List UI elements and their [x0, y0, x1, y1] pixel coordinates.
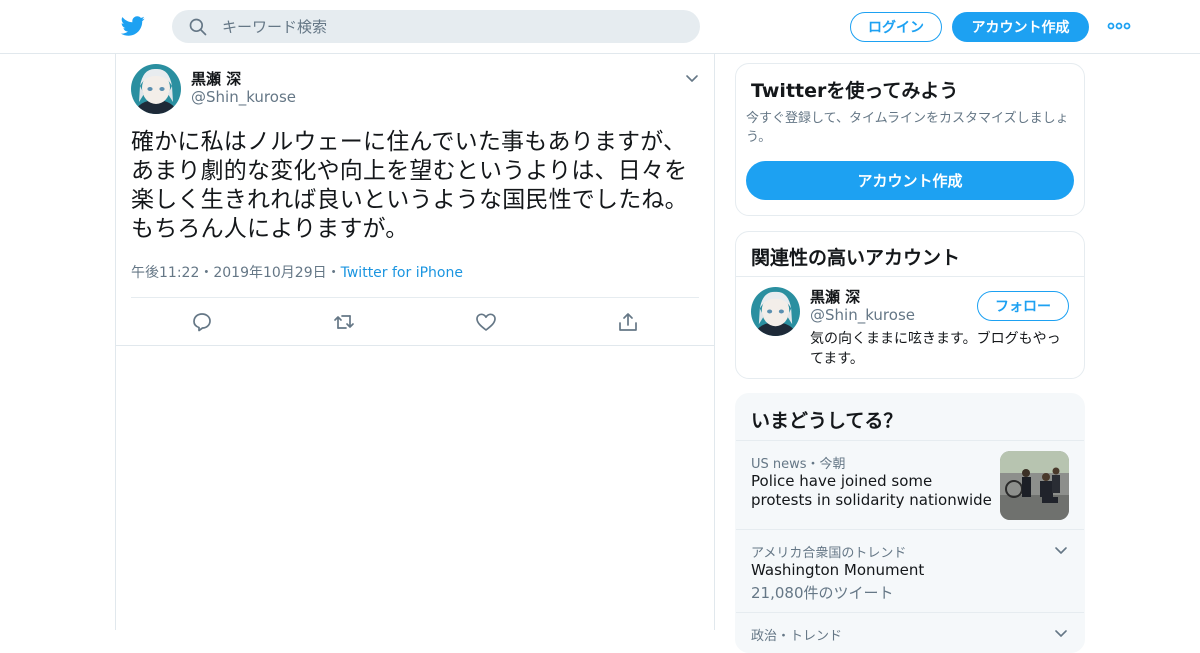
retweet-icon[interactable] [332, 310, 356, 334]
tweet-text: 確かに私はノルウェーに住んでいた事もありますが、あまり劇的な変化や向上を望むとい… [131, 129, 688, 242]
trend-tweet-count: 21,080件のツイート [751, 584, 894, 602]
signup-card-button[interactable]: アカウント作成 [746, 161, 1074, 200]
signup-card-title: Twitterを使ってみよう [751, 80, 959, 102]
tweet-column: 黒瀬 深 @Shin_kurose 確かに私はノルウェーに住んでいた事もあります… [115, 54, 715, 630]
signup-card-description: 今すぐ登録して、タイムラインをカスタマイズしましょう。 [746, 111, 1069, 145]
trend-context: アメリカ合衆国のトレンド [751, 546, 907, 561]
top-navigation-bar: ログイン アカウント作成 [0, 0, 1200, 54]
divider [736, 276, 1084, 277]
search-input[interactable] [222, 10, 682, 43]
reply-icon[interactable] [190, 310, 214, 334]
news-photo-image [1000, 451, 1069, 520]
login-button[interactable]: ログイン [850, 12, 942, 42]
signup-button[interactable]: アカウント作成 [952, 12, 1089, 42]
follow-button[interactable]: フォロー [977, 291, 1069, 321]
tweet-time[interactable]: 午後11:22 [131, 265, 199, 281]
signup-card: Twitterを使ってみよう 今すぐ登録して、タイムラインをカスタマイズしましょ… [735, 63, 1085, 216]
tweet-metadata: 午後11:22・2019年10月29日・Twitter for iPhone [131, 262, 463, 282]
twitter-bird-icon[interactable] [120, 14, 146, 38]
trend-context: US news・今朝 [751, 457, 846, 472]
tweet-action-bar [116, 298, 714, 346]
share-icon[interactable] [616, 310, 640, 334]
more-dots-icon[interactable] [1107, 20, 1131, 32]
trend-headline: Washington Monument [751, 561, 925, 579]
related-accounts-title: 関連性の高いアカウント [751, 247, 961, 269]
search-box[interactable] [172, 10, 700, 43]
tweet-author-handle[interactable]: @Shin_kurose [191, 88, 296, 106]
avatar[interactable] [131, 64, 181, 114]
trends-card: いまどうしてる？ US news・今朝 Police have joined s… [735, 393, 1085, 653]
meta-separator: ・ [326, 265, 341, 281]
chevron-down-icon[interactable] [1053, 542, 1069, 558]
related-user-name[interactable]: 黒瀬 深 [810, 286, 860, 307]
avatar[interactable] [751, 287, 800, 336]
search-icon [189, 18, 207, 36]
related-user-handle[interactable]: @Shin_kurose [810, 306, 915, 324]
trend-item[interactable]: アメリカ合衆国のトレンド Washington Monument 21,080件… [736, 530, 1084, 613]
chevron-down-icon[interactable] [1053, 625, 1069, 641]
trend-context: 政治・トレンド [751, 629, 843, 644]
tweet-source-link[interactable]: Twitter for iPhone [341, 265, 463, 281]
trend-item[interactable]: 政治・トレンド [736, 613, 1084, 652]
like-heart-icon[interactable] [474, 310, 498, 334]
chevron-down-icon[interactable] [684, 70, 700, 86]
tweet-date[interactable]: 2019年10月29日 [213, 265, 326, 281]
trend-item[interactable]: US news・今朝 Police have joined some prote… [736, 441, 1084, 530]
trends-title: いまどうしてる？ [751, 410, 903, 432]
trend-thumbnail [1000, 451, 1069, 520]
related-accounts-card: 関連性の高いアカウント 黒瀬 深 @Shin_kurose フォロー 気の向くま… [735, 231, 1085, 379]
tweet-author-name[interactable]: 黒瀬 深 [191, 68, 241, 89]
trend-headline: Police have joined some protests in soli… [751, 472, 992, 509]
related-user-bio: 気の向くままに呟きます。ブログもやってます。 [810, 331, 1061, 367]
avatar-illustration [131, 64, 181, 114]
avatar-illustration [751, 287, 800, 336]
meta-separator: ・ [199, 265, 214, 281]
